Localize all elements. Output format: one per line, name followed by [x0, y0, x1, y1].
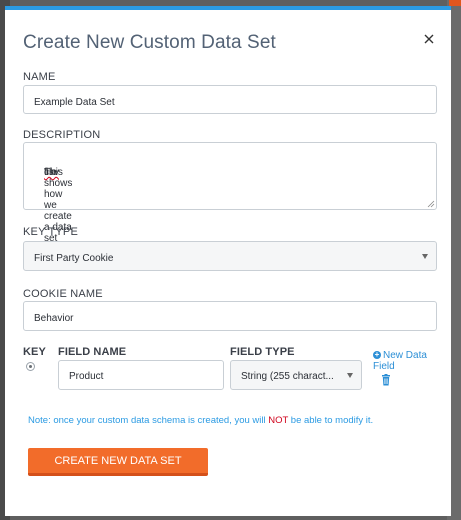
plus-circle-icon: +: [373, 350, 381, 360]
name-input[interactable]: Example Data Set: [23, 85, 437, 114]
description-label: DESCRIPTION: [23, 129, 101, 141]
description-textarea[interactable]: This shows how we create a data set from…: [23, 142, 437, 255]
note-text-end: be able to modify it.: [288, 415, 374, 426]
new-data-field-label: New Data Field: [373, 350, 427, 372]
description-text-end: file: [44, 167, 57, 178]
create-data-set-button[interactable]: CREATE NEW DATA SET: [28, 448, 208, 476]
new-data-field-link[interactable]: + New Data Field: [373, 350, 435, 372]
modal-title: Create New Custom Data Set: [23, 32, 276, 53]
note-text-start: Note: once your custom data schema is cr…: [28, 415, 269, 426]
close-icon[interactable]: [421, 31, 437, 47]
create-data-set-modal: Create New Custom Data Set NAME Example …: [5, 6, 451, 516]
cookie-name-input[interactable]: Behavior: [23, 301, 437, 331]
key-type-value: First Party Cookie: [34, 253, 114, 264]
trash-icon[interactable]: [381, 374, 391, 386]
cookie-name-value: Behavior: [34, 313, 74, 324]
cookie-name-label: COOKIE NAME: [23, 288, 103, 300]
key-type-label: KEY TYPE: [23, 226, 78, 238]
field-name-input[interactable]: Product: [58, 360, 224, 390]
field-type-column-label: FIELD TYPE: [230, 346, 295, 358]
chevron-down-icon: [422, 254, 428, 259]
field-name-value: Product: [69, 371, 104, 382]
field-name-column-label: FIELD NAME: [58, 346, 127, 358]
field-type-value: String (255 charact...: [241, 371, 334, 382]
key-column-label: KEY: [23, 346, 46, 358]
key-radio[interactable]: [26, 362, 35, 371]
chevron-down-icon: [347, 373, 353, 378]
note-emphasis: NOT: [268, 415, 289, 426]
name-value: Example Data Set: [34, 97, 115, 108]
name-label: NAME: [23, 71, 56, 83]
schema-note: Note: once your custom data schema is cr…: [28, 415, 373, 426]
key-type-select[interactable]: First Party Cookie: [23, 241, 437, 271]
field-type-select[interactable]: String (255 charact...: [230, 360, 362, 390]
resize-handle-icon[interactable]: [427, 200, 435, 208]
